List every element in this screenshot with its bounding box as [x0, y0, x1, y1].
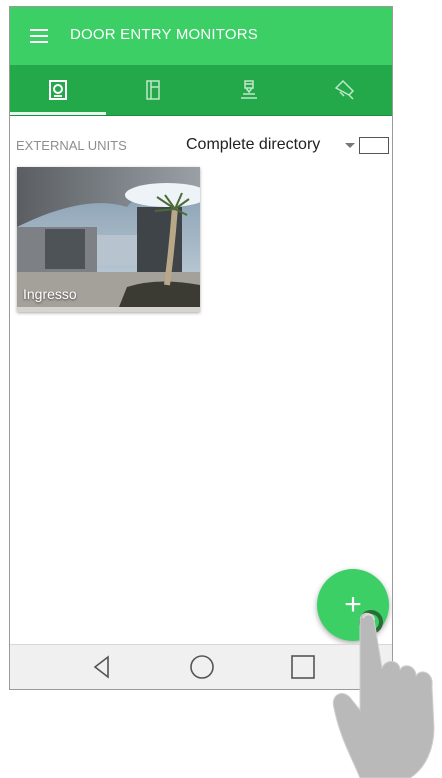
- app-bar: DOOR ENTRY MONITORS: [10, 7, 392, 65]
- unit-name-label: Ingresso: [23, 286, 77, 302]
- external-unit-card[interactable]: Ingresso: [17, 167, 200, 312]
- external-units-content: EXTERNAL UNITS Complete directory Ingres…: [10, 116, 392, 644]
- tab-concierge[interactable]: [201, 65, 297, 115]
- recents-icon[interactable]: [287, 651, 319, 683]
- dropdown-arrow-icon[interactable]: [345, 143, 355, 148]
- tab-actuator[interactable]: [297, 65, 393, 115]
- tab-selected-indicator: [10, 112, 106, 115]
- directory-dropdown[interactable]: Complete directory: [186, 136, 320, 154]
- phone-screen: DOOR ENTRY MONITORS EXTERNAL UNITS Compl…: [9, 6, 393, 690]
- actuator-icon: [335, 79, 355, 100]
- concierge-icon: [240, 80, 257, 99]
- intercom-icon: [146, 80, 160, 100]
- tab-intercom[interactable]: [106, 65, 202, 115]
- section-label: EXTERNAL UNITS: [16, 138, 127, 153]
- directory-checkbox[interactable]: [359, 137, 389, 154]
- back-icon[interactable]: [86, 651, 118, 683]
- home-icon[interactable]: [186, 651, 218, 683]
- pointing-hand-icon: [332, 612, 435, 778]
- hamburger-menu-icon[interactable]: [30, 29, 48, 43]
- tab-bar: [10, 65, 392, 116]
- door-panel-icon: [48, 80, 67, 100]
- tab-door-panel[interactable]: [10, 65, 106, 115]
- app-title: DOOR ENTRY MONITORS: [70, 26, 258, 43]
